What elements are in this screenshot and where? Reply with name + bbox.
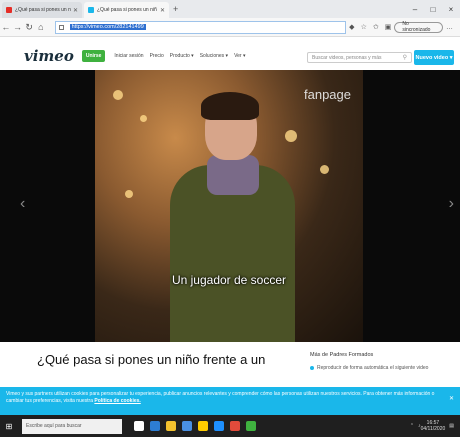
windows-taskbar: ⊞ Escribe aquí para buscar ⌃ ♪ 16:57 04/… bbox=[0, 415, 460, 437]
address-bar: ← → ↻ ⌂ https://vimeo.com/282141499 ◆ ☆ … bbox=[0, 18, 460, 37]
vimeo-favicon-icon bbox=[88, 7, 94, 13]
boy-scarf bbox=[207, 155, 259, 195]
nav-pricing[interactable]: Precio bbox=[150, 53, 164, 59]
store-icon[interactable] bbox=[182, 421, 192, 431]
related-heading[interactable]: Más de Padres Formados bbox=[310, 352, 373, 358]
close-tab-icon[interactable]: ✕ bbox=[160, 7, 165, 14]
extension-icon[interactable]: ◆ bbox=[349, 23, 354, 31]
edge-icon[interactable] bbox=[150, 421, 160, 431]
cookie-banner: Vimeo y sus partners utilizan cookies pa… bbox=[0, 387, 460, 415]
tab-1[interactable]: ¿Qué pasa si pones un niño fren ✕ bbox=[2, 2, 82, 18]
url-field[interactable]: https://vimeo.com/282141499 bbox=[54, 20, 347, 34]
more-menu-icon[interactable]: … bbox=[446, 24, 453, 31]
profile-label: No sincronizado bbox=[402, 21, 431, 33]
system-tray: ⌃ ♪ 16:57 04/11/2020 ▤ bbox=[406, 420, 454, 432]
vimeo-header: vimeo Unirse Iniciar sesión Precio Produ… bbox=[0, 38, 460, 74]
tab-2-title: ¿Qué pasa si pones un niñ bbox=[97, 7, 157, 13]
vimeo-logo[interactable]: vimeo bbox=[24, 47, 74, 65]
collections-icon[interactable]: ▣ bbox=[385, 23, 392, 31]
autoplay-toggle[interactable]: Reproducir de forma automática el siguie… bbox=[310, 365, 428, 371]
network-icon[interactable]: ⌃ bbox=[410, 423, 414, 429]
window-controls: – □ × bbox=[406, 0, 460, 18]
task-view-icon[interactable] bbox=[134, 421, 144, 431]
bokeh-light bbox=[140, 115, 147, 122]
clock[interactable]: 16:57 04/11/2020 bbox=[421, 420, 446, 432]
nav-watch[interactable]: Ver ▾ bbox=[234, 53, 245, 59]
video-subtitle: Un jugador de soccer bbox=[171, 273, 287, 287]
nav-solutions[interactable]: Soluciones ▾ bbox=[200, 53, 228, 59]
app-icon[interactable] bbox=[246, 421, 256, 431]
browser-window: ¿Qué pasa si pones un niño fren ✕ ¿Qué p… bbox=[0, 0, 460, 437]
tab-2[interactable]: ¿Qué pasa si pones un niñ ✕ bbox=[84, 2, 169, 18]
back-icon[interactable]: ← bbox=[0, 22, 12, 32]
new-video-button[interactable]: Nuevo video ▾ bbox=[414, 50, 454, 65]
maximize-button[interactable]: □ bbox=[424, 5, 442, 14]
mail-icon[interactable] bbox=[214, 421, 224, 431]
video-title: ¿Qué pasa si pones un niño frente a un bbox=[37, 352, 266, 367]
video-frame[interactable]: fanpage Un jugador de soccer bbox=[95, 70, 363, 342]
join-button[interactable]: Unirse bbox=[81, 50, 106, 62]
bokeh-light bbox=[113, 90, 123, 100]
app-icon[interactable] bbox=[198, 421, 208, 431]
fanpage-watermark: fanpage bbox=[304, 87, 351, 102]
browser-tools: ◆ ☆ ✩ ▣ No sincronizado … bbox=[346, 21, 456, 33]
forward-icon[interactable]: → bbox=[12, 22, 24, 32]
profile-button[interactable]: No sincronizado bbox=[394, 21, 443, 33]
close-window-button[interactable]: × bbox=[442, 5, 460, 14]
minimize-button[interactable]: – bbox=[406, 5, 424, 14]
tab-1-title: ¿Qué pasa si pones un niño fren bbox=[15, 7, 71, 13]
search-placeholder: Buscar videos, personas y más bbox=[312, 54, 382, 61]
close-tab-icon[interactable]: ✕ bbox=[73, 7, 78, 14]
autoplay-label: Reproducir de forma automática el siguie… bbox=[317, 365, 429, 371]
search-icon[interactable]: ⚲ bbox=[403, 54, 407, 61]
youtube-favicon-icon bbox=[6, 7, 12, 13]
new-tab-button[interactable]: + bbox=[173, 2, 178, 18]
tab-bar: ¿Qué pasa si pones un niño fren ✕ ¿Qué p… bbox=[0, 0, 460, 18]
video-player[interactable]: ‹ › fanpage Un jugador de soccer bbox=[0, 70, 460, 342]
home-icon[interactable]: ⌂ bbox=[35, 22, 47, 32]
bokeh-light bbox=[285, 130, 297, 142]
cookie-text: Vimeo y sus partners utilizan cookies pa… bbox=[6, 391, 435, 404]
windows-start-icon[interactable]: ⊞ bbox=[0, 422, 18, 431]
boy-hair bbox=[201, 92, 259, 120]
url-text: https://vimeo.com/282141499 bbox=[69, 24, 146, 30]
notifications-icon[interactable]: ▤ bbox=[449, 423, 454, 429]
bokeh-light bbox=[125, 190, 133, 198]
taskbar-search-placeholder: Escribe aquí para buscar bbox=[26, 423, 82, 429]
next-arrow-icon[interactable]: › bbox=[449, 195, 454, 213]
nav-product[interactable]: Producto ▾ bbox=[170, 53, 194, 59]
nav-login[interactable]: Iniciar sesión bbox=[114, 53, 143, 59]
main-nav: Iniciar sesión Precio Producto ▾ Solucio… bbox=[111, 53, 248, 59]
taskbar-search-input[interactable]: Escribe aquí para buscar bbox=[22, 418, 122, 434]
close-icon[interactable]: ✕ bbox=[449, 396, 454, 403]
chrome-icon[interactable] bbox=[230, 421, 240, 431]
pinned-apps bbox=[134, 421, 262, 431]
favorite-star-icon[interactable]: ☆ bbox=[361, 23, 367, 31]
previous-arrow-icon[interactable]: ‹ bbox=[20, 195, 25, 213]
refresh-icon[interactable]: ↻ bbox=[23, 22, 35, 33]
search-input[interactable]: Buscar videos, personas y más ⚲ bbox=[307, 52, 412, 63]
lock-icon bbox=[58, 24, 64, 30]
clock-date: 04/11/2020 bbox=[420, 426, 446, 432]
bokeh-light bbox=[320, 165, 329, 174]
cookie-policy-link[interactable]: Política de cookies. bbox=[94, 398, 140, 404]
favorites-icon[interactable]: ✩ bbox=[373, 23, 379, 31]
toggle-icon bbox=[310, 366, 314, 370]
file-explorer-icon[interactable] bbox=[166, 421, 176, 431]
